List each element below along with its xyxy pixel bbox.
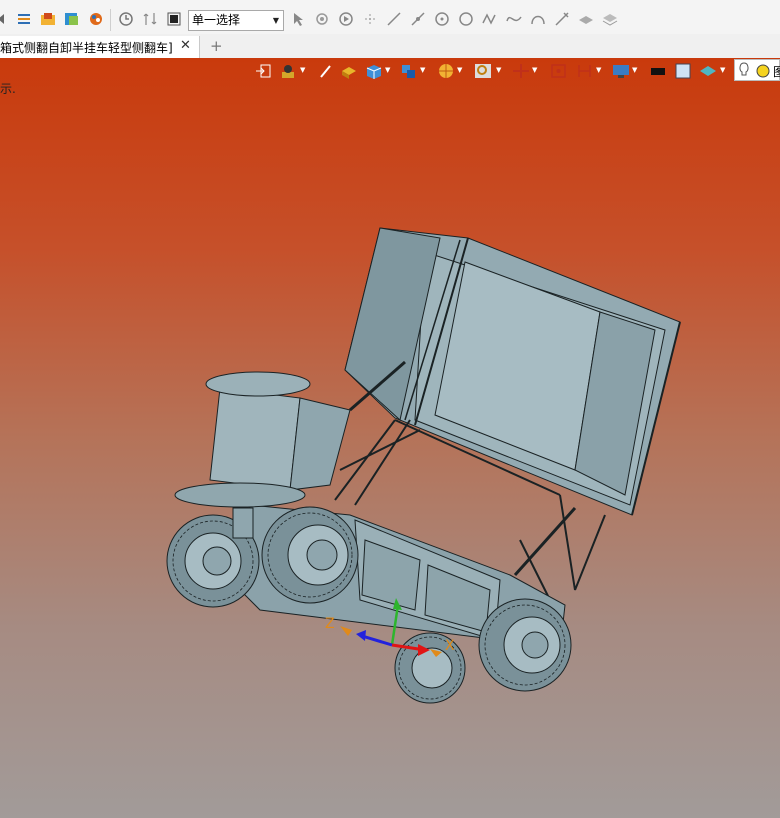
exit-icon[interactable] [255, 63, 273, 79]
lighting-panel[interactable]: 图 [734, 59, 780, 81]
circle-center-icon[interactable] [434, 11, 450, 27]
display-icon[interactable] [612, 63, 630, 79]
selection-mode-select[interactable]: 单一选择 ▼ [188, 10, 284, 31]
fit-icon[interactable] [550, 63, 568, 79]
lighting-label: 图 [773, 65, 780, 79]
view-filter-icon[interactable] [280, 63, 298, 79]
chevron-down-icon[interactable]: ▼ [300, 66, 305, 74]
polyline-icon[interactable] [482, 11, 498, 27]
status-hint: 示. [0, 82, 16, 96]
play-icon[interactable] [338, 11, 354, 27]
snap-icon[interactable] [314, 11, 330, 27]
tab-title: 箱式侧翻自卸半挂车轻型侧翻车] [0, 41, 173, 55]
surface-icon[interactable] [578, 11, 594, 27]
viewport[interactable]: Z X [0, 58, 780, 818]
dimension-icon[interactable] [576, 63, 594, 79]
selection-mode-value: 单一选择 [192, 13, 241, 27]
arrow-icon[interactable] [0, 11, 10, 27]
history-icon[interactable] [118, 11, 134, 27]
layers-icon[interactable] [64, 11, 80, 27]
arc-icon[interactable] [530, 11, 546, 27]
regenerate-icon[interactable] [142, 11, 158, 27]
add-tab-button[interactable]: + [210, 37, 223, 55]
chevron-down-icon[interactable]: ▼ [385, 66, 390, 74]
chevron-down-icon[interactable]: ▼ [496, 66, 501, 74]
pointer-icon[interactable] [290, 11, 306, 27]
chevron-down-icon[interactable]: ▼ [632, 66, 637, 74]
lightbulb-icon [739, 62, 770, 78]
shaded-box-icon[interactable] [340, 63, 358, 79]
chevron-down-icon[interactable]: ▼ [420, 66, 425, 74]
black-color-icon[interactable] [649, 63, 667, 79]
tab-document[interactable]: 箱式侧翻自卸半挂车轻型侧翻车] ✕ [0, 36, 200, 58]
folder-icon[interactable] [40, 11, 56, 27]
spline-icon[interactable] [506, 11, 522, 27]
document-tabbar: 箱式侧翻自卸半挂车轻型侧翻车] ✕ + [0, 34, 780, 59]
chevron-down-icon[interactable]: ▼ [720, 66, 725, 74]
close-icon[interactable]: ✕ [180, 38, 191, 53]
chevron-down-icon: ▼ [272, 16, 279, 25]
z-axis-label: Z [325, 616, 335, 632]
zoom-icon[interactable] [474, 63, 492, 79]
move-icon[interactable] [512, 63, 530, 79]
point-icon[interactable] [362, 11, 378, 27]
chevron-down-icon[interactable]: ▼ [596, 66, 601, 74]
section-icon[interactable] [437, 63, 455, 79]
palette-icon[interactable] [88, 11, 104, 27]
pen-icon[interactable] [318, 63, 336, 79]
cube-icon[interactable] [365, 63, 383, 79]
trim-icon[interactable] [554, 11, 570, 27]
line-point-icon[interactable] [410, 11, 426, 27]
chevron-down-icon[interactable]: ▼ [457, 66, 462, 74]
stop-icon[interactable] [166, 11, 182, 27]
chevron-down-icon[interactable]: ▼ [532, 66, 537, 74]
circle-icon[interactable] [458, 11, 474, 27]
x-axis-label: X [445, 638, 455, 654]
layer-stack-icon[interactable] [602, 11, 618, 27]
render-style-icon[interactable] [699, 63, 717, 79]
truck-model[interactable] [0, 58, 780, 818]
line-icon[interactable] [386, 11, 402, 27]
list-icon[interactable] [16, 11, 32, 27]
background-color-icon[interactable] [674, 63, 692, 79]
view-orient-icon[interactable] [400, 63, 418, 79]
